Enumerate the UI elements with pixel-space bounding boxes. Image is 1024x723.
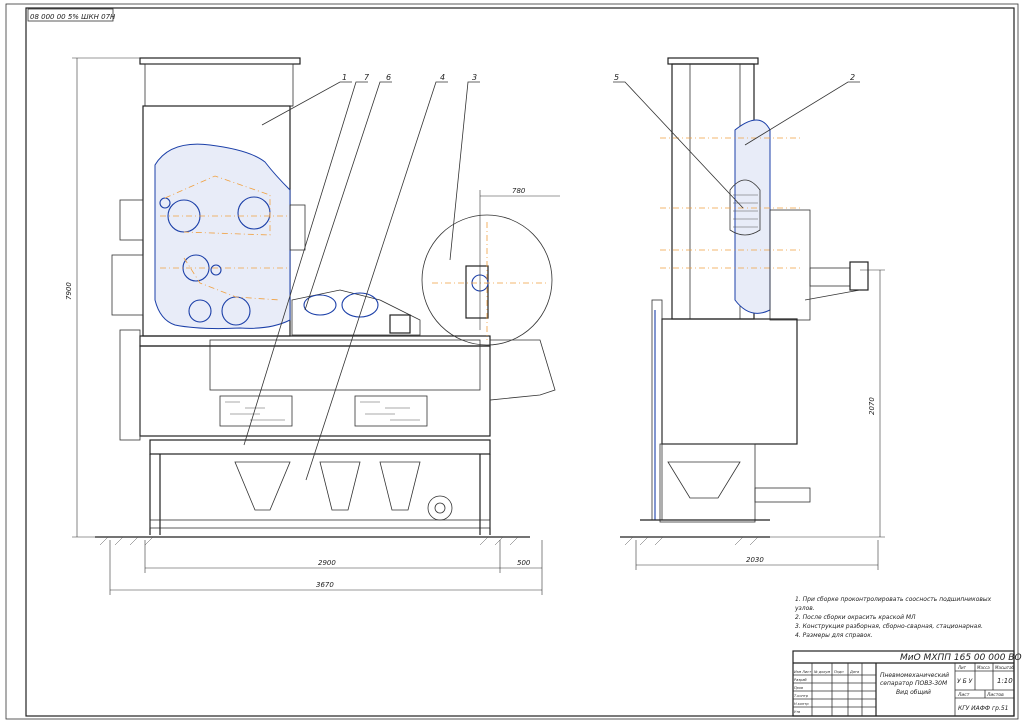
note-1b: узлов. — [794, 605, 815, 612]
dim-2070: 2070 — [868, 397, 876, 415]
tb-col-0: № докум — [813, 670, 830, 674]
inner-frame — [25, 7, 1015, 717]
tb-designation: МиО МХПП 165 00 000 ВО — [900, 653, 1022, 663]
dim-500: 500 — [517, 559, 531, 567]
note-3: 3. Конструкция разборная, сборно-сварная… — [795, 623, 983, 630]
callout-5: 5 — [614, 73, 619, 82]
technical-notes: 1. При сборке проконтролировать соосност… — [794, 596, 992, 639]
front-view — [95, 57, 560, 546]
dim-2900: 2900 — [318, 559, 336, 567]
tb-name-2: сепаратор ПОВЗ-30М — [880, 680, 948, 687]
tb-row-2: Пров — [794, 686, 803, 690]
callout-7: 7 — [364, 73, 370, 82]
tb-sheet-label: Лист — [957, 692, 970, 698]
note-4: 4. Размеры для справок. — [795, 632, 873, 639]
tb-org: КГУ ИАФФ гр.51 — [958, 705, 1009, 712]
tb-hdr-lit: Лит — [957, 665, 967, 670]
tb-lit-value: У Б У — [957, 678, 973, 685]
callout-6: 6 — [386, 73, 391, 82]
tb-row-1: Разраб — [794, 678, 807, 682]
drawing-code: 08 000 00 5% ШКН 07Н — [30, 13, 116, 21]
tb-row-5: Утв — [794, 710, 800, 714]
tb-row-0: Изм Лист — [794, 670, 812, 674]
dim-3670: 3670 — [316, 581, 334, 589]
dim-height-front: 7900 — [65, 282, 73, 300]
sheet-border — [5, 3, 1019, 720]
callout-3: 3 — [472, 73, 477, 82]
tb-name-3: Вид общий — [896, 689, 931, 696]
callout-2: 2 — [850, 73, 855, 82]
tb-row-3: Т.контр — [794, 694, 809, 698]
dim-2030: 2030 — [746, 556, 764, 564]
tb-col-1: Подп — [834, 670, 844, 674]
side-dimensions — [635, 269, 885, 570]
tb-col-2: Дата — [849, 670, 859, 674]
dim-780: 780 — [512, 187, 526, 195]
tb-sheets-label: Листов — [986, 692, 1004, 698]
tb-scale-value: 1:10 — [997, 677, 1013, 685]
note-2: 2. После сборки окрасить краской МЛ — [795, 614, 916, 621]
callout-4: 4 — [440, 73, 445, 82]
tb-hdr-scale: Масштаб — [995, 665, 1015, 670]
note-1: 1. При сборке проконтролировать соосност… — [795, 596, 992, 603]
tb-name-1: Пневмомеханический — [880, 672, 949, 679]
side-view — [620, 57, 869, 546]
tb-row-4: Н.контр — [794, 702, 809, 706]
drawing-sheet: 08 000 00 5% ШКН 07Н 7900 2900 500 3670 … — [5, 3, 1022, 720]
callout-1: 1 — [342, 73, 347, 82]
tb-hdr-mass: Масса — [977, 665, 990, 670]
